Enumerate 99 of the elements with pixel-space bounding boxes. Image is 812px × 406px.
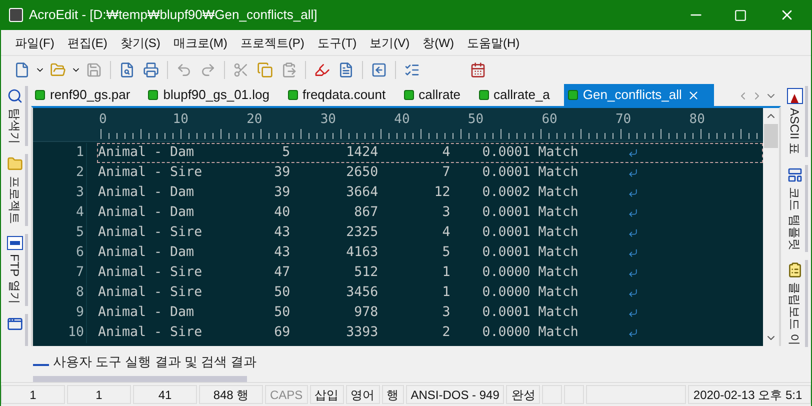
line-number: 7 [33,263,87,283]
code-line: Animal - Sire 50 3456 1 0.0000 Match [98,286,580,300]
line-number: 6 [33,243,87,263]
status-cell: 2020-02-13 오후 5:1 [688,385,811,404]
folder-icon [6,156,22,172]
side-panel-label: 클립보드 이 [788,282,800,346]
line-end-icon [628,328,638,338]
status-cell: 1 [67,385,131,404]
code-line: Animal - Dam 40 867 3 0.0001 Match [98,206,580,220]
code-line: Animal - Dam 50 978 3 0.0001 Match [98,306,580,320]
file-status-icon [478,90,489,100]
file-tab[interactable]: blupf90_gs_01.log [144,84,284,106]
file-status-icon [148,90,158,100]
app-logo-icon [9,8,23,22]
menu-item[interactable]: 찾기(S) [120,34,160,52]
window-title: AcroEdit - [D:₩temp₩blupf90₩Gen_conflicts_all] [29,6,318,24]
menu-item[interactable]: 도움말(H) [466,34,520,52]
file-tab[interactable]: callrate [400,84,475,106]
file-tab[interactable]: callrate_a [474,84,564,106]
tab-label: callrate_a [494,86,550,104]
tab-label: callrate [418,86,461,104]
side-panel-label: 코드 템플릿 [788,186,800,250]
ruler-label: 10 [172,113,190,126]
status-cell: 848 행 [199,385,263,404]
line-number: 9 [33,303,87,323]
side-panel-tab[interactable]: ASCII 표 [784,86,808,157]
file-tab[interactable]: Gen_conflicts_all [564,84,714,106]
file-tab[interactable]: renf90_gs.par [31,84,144,106]
file-tab[interactable]: freqdata.count [284,84,400,106]
line-end-icon [628,208,638,218]
menu-item[interactable]: 창(W) [422,34,454,52]
status-cell: 1 [1,385,65,404]
line-end-icon [628,268,638,278]
ruler-label: 50 [468,113,485,126]
tab-label: Gen_conflicts_all [582,86,682,104]
code-line: Animal - Dam 5 1424 4 0.0001 Match [98,146,580,160]
tab-label: blupf90_gs_01.log [163,86,270,104]
output-panel-scrollbar[interactable] [33,376,247,382]
template-icon [786,166,802,183]
menu-item[interactable]: 보기(V) [370,34,410,52]
code-line: Animal - Sire 43 2325 4 0.0001 Match [98,226,580,240]
line-number: 1 [33,143,87,163]
side-panel-label: FTP 열기 [8,254,20,304]
code-line: Animal - Dam 39 3664 12 0.0002 Match [98,186,580,200]
ruler-label: 80 [689,113,706,126]
status-cell: CAPS [265,385,308,404]
status-cell: 완성 [506,385,540,404]
scroll-thumb[interactable] [764,124,778,148]
file-status-icon [35,90,45,100]
clipboard-icon [786,262,802,278]
tab-label: freqdata.count [302,86,386,104]
file-status-icon [404,90,414,100]
search-icon [6,88,22,104]
ruler-label: 60 [542,113,558,126]
code-line: Animal - Dam 43 4163 5 0.0001 Match [98,246,580,260]
menu-item[interactable]: 편집(E) [67,34,108,52]
line-end-icon [628,168,638,178]
line-number: 8 [33,283,87,303]
menu-item[interactable]: 매크로(M) [173,34,228,52]
line-number: 10 [33,323,87,343]
output-panel-tab[interactable]: 사용자 도구 실행 결과 및 검색 결과 [53,352,257,372]
ruler-label: 40 [394,113,411,126]
line-number: 3 [33,183,87,203]
ruler-label: 0 [99,113,108,126]
maximize-icon[interactable] [734,8,747,22]
status-cell: 영어 [346,385,380,404]
side-panel-label: ASCII 표 [788,108,800,155]
side-panel-tab[interactable]: FTP 열기 [4,234,28,306]
menu-item[interactable]: 파일(F) [15,34,54,52]
line-end-icon [628,308,638,318]
line-end-icon [628,248,638,258]
ruler-label: 20 [246,113,264,126]
line-number: 5 [33,223,87,243]
status-cell: 삽입 [310,385,344,404]
line-end-icon [628,148,638,158]
window-icon [6,316,22,332]
close-icon[interactable] [686,88,700,102]
side-panel-label: 프로젝트 [8,176,20,224]
status-cell: 41 [133,385,197,404]
code-line: Animal - Sire 39 2650 7 0.0001 Match [98,166,580,180]
ruler-label: 30 [320,113,337,126]
code-line: Animal - Sire 69 3393 2 0.0000 Match [98,326,580,340]
line-number: 2 [33,163,87,183]
side-panel-label: 탐색기 [8,108,20,144]
code-line: Animal - Sire 47 512 1 0.0000 Match [98,266,580,280]
tab-label: renf90_gs.par [50,86,130,104]
line-number: 4 [33,203,87,223]
menu-item[interactable]: 도구(T) [317,34,357,52]
file-status-icon [288,90,298,100]
file-status-icon [568,90,578,100]
line-end-icon [628,288,638,298]
line-end-icon [628,188,638,198]
menu-item[interactable]: 프로젝트(P) [240,34,304,52]
vertical-scrollbar[interactable] [763,108,779,346]
line-end-icon [628,228,638,238]
status-cell: ANSI-DOS - 949 [406,385,504,404]
ruler-label: 70 [615,113,632,126]
status-cell: 행 [382,385,404,404]
editor[interactable] [31,106,781,346]
